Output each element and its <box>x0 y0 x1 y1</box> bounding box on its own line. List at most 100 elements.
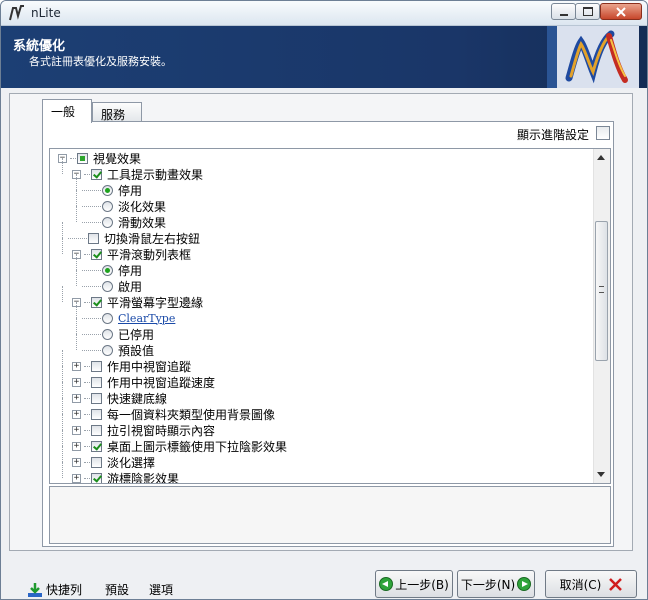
tree-radio-item[interactable]: 停用 <box>82 262 142 278</box>
presets-link[interactable]: 預設 <box>105 581 129 598</box>
tree-item-label: 預設值 <box>118 343 155 358</box>
checkbox[interactable] <box>91 424 102 436</box>
checkbox[interactable] <box>91 472 102 483</box>
tree-connector <box>82 221 101 223</box>
tree-connector <box>62 350 63 366</box>
checkbox[interactable] <box>91 360 102 372</box>
tree-radio-item[interactable]: 滑動效果 <box>82 214 166 230</box>
tree-radio-item[interactable]: ClearType <box>82 310 175 326</box>
tree-item-label: 已停用 <box>118 327 155 342</box>
radio-button[interactable] <box>102 184 113 196</box>
tree-checkbox-item[interactable]: + 作用中視窗追蹤速度 <box>72 374 215 390</box>
radio-button[interactable] <box>102 200 113 212</box>
tree-connector <box>62 446 63 462</box>
tree-connector <box>76 174 77 190</box>
scroll-thumb[interactable] <box>595 221 608 361</box>
next-button[interactable]: 下一步(N) <box>457 570 535 598</box>
tab-services[interactable]: 服務 <box>92 102 142 122</box>
next-label: 下一步(N) <box>460 577 516 592</box>
tree-scrollbar[interactable] <box>593 149 610 483</box>
tree-item-label: 停用 <box>118 183 143 198</box>
tree-connector <box>62 286 63 302</box>
tree-checkbox-item[interactable]: − 工具提示動畫效果 <box>72 166 203 182</box>
tree-connector <box>62 430 63 446</box>
tree-connector <box>84 253 90 255</box>
radio-button[interactable] <box>102 264 113 276</box>
expand-icon[interactable]: + <box>72 473 81 483</box>
advanced-settings-checkbox[interactable] <box>596 126 610 140</box>
close-button[interactable] <box>600 3 642 20</box>
tree-connector <box>70 157 76 159</box>
radio-button[interactable] <box>102 328 113 340</box>
checkbox[interactable] <box>77 152 88 164</box>
tree-item-label: 切換滑鼠左右按鈕 <box>104 231 201 246</box>
tree-item-label: 游標陰影效果 <box>107 471 180 484</box>
tree-connector <box>62 462 63 478</box>
tree-connector <box>84 173 90 175</box>
tree-connector <box>76 190 77 206</box>
expand-icon[interactable]: + <box>72 361 81 371</box>
tree-checkbox-item[interactable]: + 每一個資料夾類型使用背景圖像 <box>72 406 275 422</box>
expand-icon[interactable]: + <box>72 377 81 387</box>
tree-connector <box>82 189 101 191</box>
cancel-button[interactable]: 取消(C) <box>545 570 637 598</box>
tree-checkbox-item[interactable]: − 視覺效果 <box>58 150 141 166</box>
checkbox[interactable] <box>91 440 102 452</box>
tree-checkbox-item[interactable]: + 游標陰影效果 <box>72 470 180 484</box>
tree-connector <box>84 397 90 399</box>
expand-icon[interactable]: + <box>72 457 81 467</box>
checkbox[interactable] <box>91 392 102 404</box>
tweaks-tree[interactable]: − 視覺效果 − 工具提示動畫效果 停用 淡化效果 滑動效果 切換滑鼠左右按鈕 − 平滑滾動列表框… <box>49 148 611 484</box>
maximize-button[interactable] <box>575 3 600 20</box>
radio-button[interactable] <box>102 344 113 356</box>
tree-radio-item[interactable]: 預設值 <box>82 342 154 358</box>
options-link[interactable]: 選項 <box>149 581 173 598</box>
tab-general[interactable]: 一般 <box>42 99 92 123</box>
tree-item-label[interactable]: ClearType <box>118 312 175 325</box>
tree-radio-item[interactable]: 啟用 <box>82 278 142 294</box>
tree-checkbox-item[interactable]: − 平滑滾動列表框 <box>72 246 191 262</box>
tree-connector <box>82 317 101 319</box>
radio-button[interactable] <box>102 216 113 228</box>
scroll-up-icon[interactable] <box>597 155 605 160</box>
expand-icon[interactable]: + <box>72 441 81 451</box>
tree-checkbox-item[interactable]: 切換滑鼠左右按鈕 <box>68 230 200 246</box>
tree-connector <box>82 205 101 207</box>
checkbox[interactable] <box>88 232 99 244</box>
tree-connector <box>84 477 90 479</box>
tree-checkbox-item[interactable]: + 快速鍵底線 <box>72 390 167 406</box>
tree-checkbox-item[interactable]: + 桌面上圖示標籤使用下拉陰影效果 <box>72 438 287 454</box>
tree-connector <box>62 222 63 238</box>
checkbox[interactable] <box>91 168 102 180</box>
minimize-button[interactable] <box>551 3 576 20</box>
tree-checkbox-item[interactable]: + 拉引視窗時顯示內容 <box>72 422 215 438</box>
back-button[interactable]: 上一步(B) <box>375 570 453 598</box>
tree-item-label: 淡化效果 <box>118 199 167 214</box>
shortcuts-link[interactable]: 快捷列 <box>27 581 82 598</box>
minimize-icon <box>559 13 568 16</box>
tab-services-label: 服務 <box>101 108 126 122</box>
tree-checkbox-item[interactable]: + 作用中視窗追蹤 <box>72 358 191 374</box>
expand-icon[interactable]: + <box>72 393 81 403</box>
radio-button[interactable] <box>102 312 113 324</box>
tree-checkbox-item[interactable]: + 淡化選擇 <box>72 454 155 470</box>
tree-item-label: 滑動效果 <box>118 215 167 230</box>
tree-item-label: 啟用 <box>118 279 143 294</box>
checkbox[interactable] <box>91 456 102 468</box>
checkbox[interactable] <box>91 248 102 260</box>
tree-radio-item[interactable]: 已停用 <box>82 326 154 342</box>
tree-checkbox-item[interactable]: − 平滑螢幕字型邊緣 <box>72 294 203 310</box>
tree-item-label: 停用 <box>118 263 143 278</box>
tree-radio-item[interactable]: 淡化效果 <box>82 198 166 214</box>
title-bar[interactable]: nLite <box>1 1 647 26</box>
radio-button[interactable] <box>102 280 113 292</box>
tab-general-label: 一般 <box>51 105 76 119</box>
app-window: nLite 系統優化 各式註冊表優化及服務安裝。 一般 服務 顯示進階設定 − … <box>0 0 648 600</box>
expand-icon[interactable]: + <box>72 409 81 419</box>
checkbox[interactable] <box>91 376 102 388</box>
expand-icon[interactable]: + <box>72 425 81 435</box>
tree-radio-item[interactable]: 停用 <box>82 182 142 198</box>
checkbox[interactable] <box>91 408 102 420</box>
checkbox[interactable] <box>91 296 102 308</box>
scroll-down-icon[interactable] <box>597 472 605 477</box>
